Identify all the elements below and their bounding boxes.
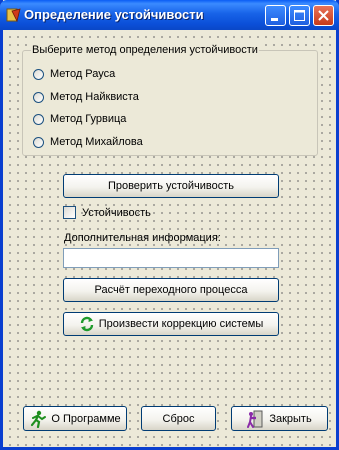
reset-label: Сброс [162, 412, 195, 425]
info-label: Дополнительная информация: [64, 232, 221, 244]
close-label: Закрыть [269, 412, 312, 425]
check-stability-button[interactable]: Проверить устойчивость [63, 174, 279, 198]
radio-button[interactable] [33, 68, 44, 80]
door-exit-icon [247, 410, 265, 428]
app-icon [6, 7, 22, 23]
client-area: Выберите метод определения устойчивости … [3, 30, 336, 447]
minimize-icon [271, 18, 278, 21]
method-group-caption: Выберите метод определения устойчивости [31, 44, 259, 56]
radio-button[interactable] [33, 91, 44, 103]
radio-nyquist[interactable]: Метод Найквиста [33, 89, 139, 105]
window-title: Определение устойчивости [24, 7, 204, 22]
minimize-button[interactable] [265, 5, 286, 26]
close-icon [318, 10, 329, 21]
transient-process-button[interactable]: Расчёт переходного процесса [63, 278, 279, 302]
system-correction-button[interactable]: Произвести коррекцию системы [63, 312, 279, 336]
about-label: О Программе [51, 412, 121, 425]
transient-process-label: Расчёт переходного процесса [94, 284, 248, 296]
title-bar[interactable]: Определение устойчивости [0, 0, 339, 30]
system-correction-label: Произвести коррекцию системы [98, 318, 264, 330]
radio-routh[interactable]: Метод Рауса [33, 66, 115, 82]
radio-hurwitz[interactable]: Метод Гурвица [33, 111, 126, 127]
stability-checkbox-row[interactable]: Устойчивость [63, 206, 151, 219]
running-man-icon [29, 410, 47, 428]
check-stability-label: Проверить устойчивость [107, 180, 235, 192]
close-button[interactable]: Закрыть [231, 406, 328, 431]
maximize-button[interactable] [289, 5, 310, 26]
reset-button[interactable]: Сброс [141, 406, 216, 431]
maximize-icon [294, 10, 305, 21]
refresh-icon [79, 316, 95, 332]
radio-button[interactable] [33, 113, 44, 125]
radio-label: Метод Михайлова [50, 136, 143, 148]
radio-button[interactable] [33, 136, 44, 148]
radio-mikhailov[interactable]: Метод Михайлова [33, 134, 143, 150]
stability-checkbox-label: Устойчивость [82, 206, 151, 219]
radio-label: Метод Найквиста [50, 91, 139, 103]
method-groupbox: Выберите метод определения устойчивости … [22, 44, 318, 156]
info-field[interactable] [63, 248, 279, 268]
about-button[interactable]: О Программе [23, 406, 127, 431]
main-window: Определение устойчивости Выберите метод … [0, 0, 339, 450]
radio-label: Метод Гурвица [50, 113, 127, 125]
stability-checkbox[interactable] [63, 206, 76, 219]
close-window-button[interactable] [313, 5, 334, 26]
radio-label: Метод Рауса [50, 68, 116, 80]
